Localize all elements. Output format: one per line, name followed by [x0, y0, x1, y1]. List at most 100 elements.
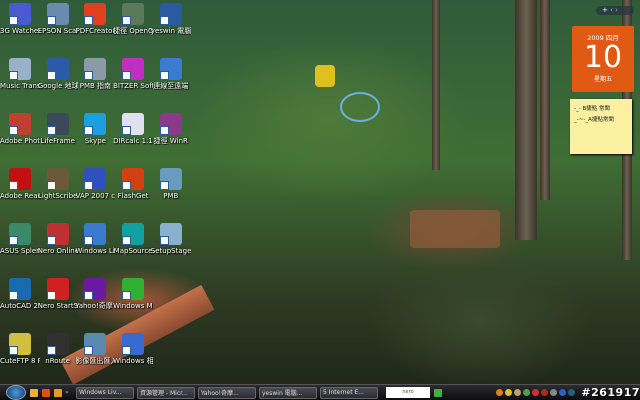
desktop-icon-label: Google 地球: [37, 82, 78, 90]
tray-icon[interactable]: [541, 389, 549, 396]
app-icon: [84, 113, 107, 135]
desktop-icon[interactable]: LifeFrame: [38, 113, 78, 145]
desktop-icon[interactable]: MapSource: [113, 223, 153, 255]
desktop-icon[interactable]: Windows Mobile 裝置: [113, 278, 153, 310]
start-button[interactable]: [6, 385, 26, 400]
tray-icon[interactable]: [523, 389, 531, 396]
app-icon: [122, 3, 145, 25]
desktop-icon[interactable]: FlashGet: [113, 168, 153, 200]
app-icon: [84, 333, 107, 355]
desktop-icon-label: 連線至遠端: [153, 82, 189, 90]
desktop-icon-label: 捷徑 WinR: [153, 137, 188, 145]
sticky-note-gadget[interactable]: -_- B捷點 常聞 _-~-_A捷點常聞: [570, 99, 632, 154]
desktop-icon-label: nRoute: [45, 357, 71, 365]
desktop-icon[interactable]: 捷徑 WinR: [151, 113, 191, 145]
desktop-icon[interactable]: CuteFTP 8 Professional: [0, 333, 40, 365]
desktop-icon[interactable]: EPSON Scan: [38, 3, 78, 35]
desktop-icon-label: Music Transfer: [0, 82, 40, 90]
app-icon: [46, 333, 69, 355]
desktop-icon[interactable]: VAP 2007 c: [75, 168, 115, 200]
tray-icon[interactable]: [568, 389, 576, 396]
desktop-icon[interactable]: Nero Online Upgrade: [38, 223, 78, 255]
desktop-icon-label: DIRcalc 1.17: [113, 137, 154, 145]
desktop-icon[interactable]: yeswin 電腦: [151, 3, 191, 35]
desktop-icon[interactable]: PMB 指南: [75, 58, 115, 90]
desktop-icon[interactable]: AutoCAD 2004: [0, 278, 40, 310]
sidebar-controls[interactable]: + ‹ ›: [596, 6, 634, 15]
tree-trunk: [540, 0, 550, 200]
quick-launch-media-icon[interactable]: [54, 388, 62, 397]
desktop-icon-label: SetupStage: [150, 247, 191, 255]
desktop-icon-label: Nero Online Upgrade: [37, 247, 78, 255]
taskbar-button[interactable]: 5 Internet E...: [320, 386, 378, 399]
desktop-icon[interactable]: Nero StartSm: [38, 278, 78, 310]
desktop-icon[interactable]: BITZER Software: [113, 58, 153, 90]
tray-icon[interactable]: [514, 389, 522, 396]
desktop-icon[interactable]: Yahoo!奇摩 Messenger: [75, 278, 115, 310]
desktop-icon[interactable]: Adobe Reader 8: [0, 168, 40, 200]
clock[interactable]: #261917: [581, 386, 640, 399]
desktop-icon[interactable]: Skype: [75, 113, 115, 145]
desktop-icon-label: Yahoo!奇摩 Messenger: [75, 302, 115, 310]
tray-icon[interactable]: [559, 389, 567, 396]
tray-icon[interactable]: [496, 389, 504, 396]
tree-trunk: [432, 0, 440, 170]
desktop-icon[interactable]: Google 地球: [38, 58, 78, 90]
desktop-icon-label: PMB: [163, 192, 179, 200]
nero-toolbar[interactable]: nero: [386, 387, 430, 398]
desktop-icon-label: Skype: [84, 137, 106, 145]
tray-icon[interactable]: [505, 389, 513, 396]
desktop-icon[interactable]: LightScribe: [38, 168, 78, 200]
desktop-icon[interactable]: 影像匯出匯入: [75, 333, 115, 365]
desktop-icon[interactable]: 3G Watcher: [0, 3, 40, 35]
app-icon: [46, 113, 69, 135]
desktop-icon-label: Windows Live Mes: [75, 247, 115, 255]
desktop-icon[interactable]: DIRcalc 1.17: [113, 113, 153, 145]
taskbar-button[interactable]: 資源管理 - Micr...: [137, 386, 195, 399]
app-icon: [159, 223, 182, 245]
app-icon: [122, 333, 145, 355]
app-icon: [122, 278, 145, 300]
quick-launch-messenger-icon[interactable]: [30, 388, 38, 397]
app-icon: [84, 58, 107, 80]
desktop-icon-label: LifeFrame: [40, 137, 75, 145]
app-icon: [84, 223, 107, 245]
calendar-day: 10: [583, 40, 623, 75]
quick-launch-flashget-icon[interactable]: [42, 388, 50, 397]
desktop-icon[interactable]: Music Transfer: [0, 58, 40, 90]
add-gadget-button[interactable]: +: [602, 6, 608, 14]
app-icon: [46, 278, 69, 300]
tree-trunk: [515, 0, 537, 240]
overflow-chevron[interactable]: »: [65, 389, 73, 396]
desktop-icon[interactable]: nRoute: [38, 333, 78, 365]
calendar-gadget[interactable]: 2009 四月 10 星期五: [572, 26, 634, 92]
desktop-icon[interactable]: Windows 相簿: [113, 333, 153, 365]
app-icon: [159, 113, 182, 135]
desktop-icon[interactable]: 捷徑 OpenOffice: [113, 3, 153, 35]
desktop-icon-label: Adobe Reader 8: [0, 192, 40, 200]
taskbar-button[interactable]: yeswin 電腦...: [259, 386, 317, 399]
desktop-icon-label: yeswin 電腦: [150, 27, 191, 35]
desktop-icon[interactable]: SetupStage: [151, 223, 191, 255]
app-icon: [84, 278, 107, 300]
gadget-nav-arrows[interactable]: ‹ ›: [610, 6, 618, 14]
desktop-icon[interactable]: ASUS Splendid: [0, 223, 40, 255]
desktop-icon-label: 捷徑 OpenOffice: [113, 27, 154, 35]
desktop-icon[interactable]: PDFCreator: [75, 3, 115, 35]
app-icon: [46, 168, 69, 190]
desktop-icon[interactable]: 連線至遠端: [151, 58, 191, 90]
desktop-icon[interactable]: Windows Live Mes: [75, 223, 115, 255]
taskbar-button[interactable]: Yahoo!奇摩...: [198, 386, 256, 399]
app-icon: [159, 168, 182, 190]
app-icon: [84, 3, 107, 25]
taskbar: » Windows Liv... 資源管理 - Micr... Yahoo!奇摩..…: [0, 384, 640, 400]
go-arrow-icon[interactable]: [434, 388, 442, 397]
desktop-icon[interactable]: PMB: [151, 168, 191, 200]
taskbar-button[interactable]: Windows Liv...: [76, 386, 134, 399]
tray-icon[interactable]: [532, 389, 540, 396]
app-icon: [9, 278, 31, 300]
tray-icon[interactable]: [550, 389, 558, 396]
log-pile: [410, 210, 500, 248]
desktop-icon[interactable]: Adobe Photosh: [0, 113, 40, 145]
desktop-icon-label: CuteFTP 8 Professional: [0, 357, 40, 365]
